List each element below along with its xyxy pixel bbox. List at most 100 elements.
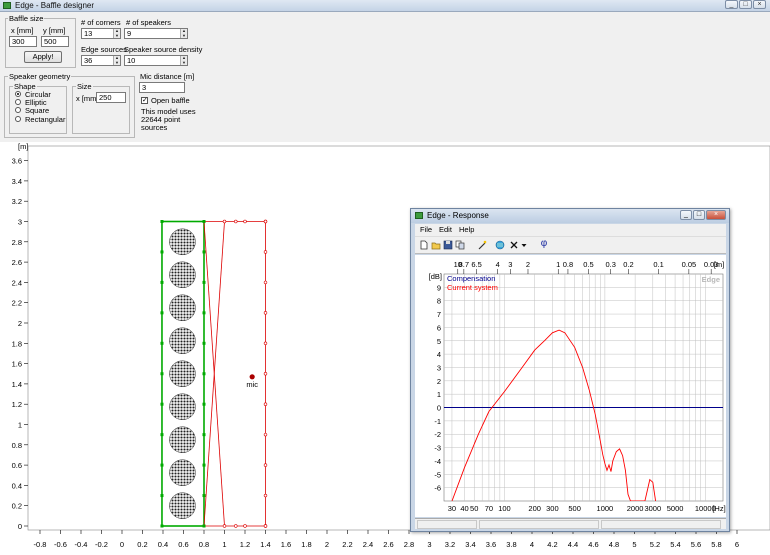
- model-note-line: sources: [141, 123, 168, 132]
- speaker-driver: [169, 393, 196, 420]
- response-status-bar: [415, 518, 726, 529]
- edge-source-marker: [263, 250, 268, 254]
- y-tick-label: 1.4: [12, 380, 22, 389]
- stepper-arrows-icon[interactable]: ▲ ▼: [113, 28, 120, 38]
- maximize-button[interactable]: □: [739, 0, 752, 9]
- speaker-driver: [169, 294, 196, 322]
- mic-label: mic: [246, 380, 258, 389]
- cross-icon[interactable]: [509, 240, 519, 250]
- app-icon: [3, 2, 11, 9]
- baffle-source-marker: [202, 280, 206, 284]
- edge-source-marker: [263, 311, 268, 315]
- response-menu-bar: File Edit Help: [415, 224, 726, 236]
- x-tick-label: 6: [735, 540, 739, 549]
- new-file-icon[interactable]: [419, 240, 429, 250]
- y-tick-label: 5: [437, 337, 441, 346]
- y-tick-label: 2.2: [12, 299, 22, 308]
- close-button[interactable]: ×: [753, 0, 766, 9]
- x-tick-label: 3.8: [506, 540, 516, 549]
- menu-edit[interactable]: Edit: [439, 225, 452, 234]
- response-maximize-button[interactable]: □: [693, 210, 705, 220]
- edge-sources-stepper[interactable]: 36 ▲ ▼: [81, 55, 121, 66]
- open-baffle-checkbox[interactable]: ✓: [141, 97, 148, 104]
- y-tick-label: 1: [437, 390, 441, 399]
- x-tick-label: 2.2: [342, 540, 352, 549]
- top-tick-label: 0.8: [563, 260, 573, 269]
- x-tick-label: -0.6: [54, 540, 67, 549]
- y-tick-label: 0.6: [12, 461, 22, 470]
- response-minimize-button[interactable]: _: [680, 210, 692, 220]
- mic-distance-input[interactable]: 3: [139, 82, 185, 93]
- speaker-driver: [169, 360, 196, 387]
- baffle-source-marker: [202, 402, 206, 406]
- minimize-button[interactable]: _: [725, 0, 738, 9]
- speakers-stepper[interactable]: 9 ▲ ▼: [124, 28, 188, 39]
- response-plot-area[interactable]: 30 40 50 70 100 200 300 500 1000 2000 3000 5000 1000…: [415, 255, 726, 517]
- edge-source-marker: [263, 524, 268, 528]
- x-tick-label: 3.2: [445, 540, 455, 549]
- x-tick-label: 500: [568, 504, 581, 513]
- edge-source-marker: [263, 463, 268, 467]
- top-tick-label: 6.5: [471, 260, 481, 269]
- x-tick-label: 5000: [667, 504, 684, 513]
- edge-source-marker: [263, 280, 268, 285]
- baffle-source-marker: [160, 463, 164, 467]
- response-close-button[interactable]: ×: [706, 210, 726, 220]
- speaker-density-stepper[interactable]: 10 ▲ ▼: [124, 55, 188, 66]
- shape-radio-elliptic[interactable]: [15, 99, 21, 105]
- y-tick-label: 3: [18, 218, 22, 227]
- y-tick-label: 3: [437, 363, 441, 372]
- x-tick-label: -0.4: [75, 540, 88, 549]
- menu-help[interactable]: Help: [459, 225, 474, 234]
- x-tick-label: 4.8: [609, 540, 619, 549]
- window-title: Edge - Baffle designer: [15, 1, 95, 10]
- size-x-input[interactable]: 250: [96, 92, 126, 103]
- baffle-source-marker: [202, 494, 206, 498]
- phase-icon[interactable]: φ: [537, 238, 551, 252]
- y-tick-label: 6: [437, 323, 441, 332]
- magic-wand-icon[interactable]: [477, 240, 487, 250]
- y-tick-label: -1: [434, 417, 441, 426]
- shape-radio-square[interactable]: [15, 107, 21, 113]
- baffle-source-marker: [160, 402, 164, 406]
- apply-button[interactable]: Apply!: [24, 51, 62, 63]
- save-icon[interactable]: [443, 240, 453, 250]
- y-tick-label: -3: [434, 444, 441, 453]
- dropdown-arrow-icon[interactable]: [521, 240, 527, 250]
- status-pane: [479, 520, 599, 529]
- baffle-y-input[interactable]: 500: [41, 36, 69, 47]
- stepper-arrows-icon[interactable]: ▲ ▼: [113, 55, 120, 65]
- shape-radio-circular[interactable]: [15, 91, 21, 97]
- copy-icon[interactable]: [455, 240, 465, 250]
- baffle-source-marker: [202, 250, 206, 254]
- baffle-source-marker: [160, 280, 164, 284]
- open-folder-icon[interactable]: [431, 240, 441, 250]
- edge-source-marker: [222, 219, 227, 224]
- corners-stepper[interactable]: 13 ▲ ▼: [81, 28, 121, 39]
- speaker-driver: [169, 492, 196, 519]
- baffle-x-input[interactable]: 300: [9, 36, 37, 47]
- shape-radio-rectangular[interactable]: [15, 116, 21, 122]
- x-tick-label: 2.6: [383, 540, 393, 549]
- edge-source-marker: [263, 493, 268, 498]
- edge-source-marker: [263, 432, 268, 437]
- top-tick-label: 0.3: [606, 260, 616, 269]
- response-window[interactable]: Edge - Response _ □ × File Edit Help φ 3…: [410, 208, 730, 532]
- x-tick-label: 0.8: [199, 540, 209, 549]
- globe-icon[interactable]: [495, 240, 505, 250]
- y-tick-label: 0: [18, 522, 22, 531]
- response-title: Edge - Response: [427, 211, 489, 220]
- x-tick-label: 0.4: [158, 540, 168, 549]
- stepper-arrows-icon[interactable]: ▲ ▼: [180, 28, 187, 38]
- y-tick-label: -2: [434, 430, 441, 439]
- y-tick-label: 2.4: [12, 278, 22, 287]
- response-chart: 30 40 50 70 100 200 300 500 1000 2000 3000 5000 1000…: [429, 260, 726, 513]
- menu-file[interactable]: File: [420, 225, 432, 234]
- y-tick-label: 2: [18, 319, 22, 328]
- top-tick-label: 0.1: [653, 260, 663, 269]
- baffle-size-legend: Baffle size: [8, 14, 45, 23]
- stepper-arrows-icon[interactable]: ▲ ▼: [180, 55, 187, 65]
- baffle-source-marker: [160, 311, 164, 315]
- x-tick-label: 5.2: [650, 540, 660, 549]
- x-tick-label: 5.8: [711, 540, 721, 549]
